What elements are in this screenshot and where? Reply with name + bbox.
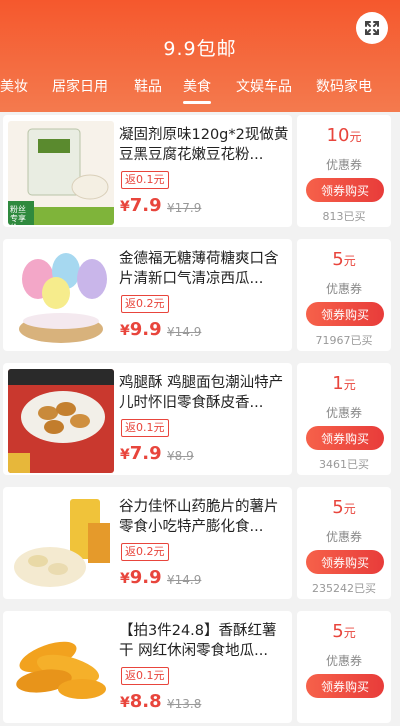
price: ¥8.8	[120, 691, 162, 712]
tab-food[interactable]: 美食	[183, 76, 211, 104]
tab-entertainment[interactable]: 文娱车品	[236, 76, 292, 96]
get-coupon-button[interactable]: 领券购买	[306, 674, 384, 698]
get-coupon-button[interactable]: 领券购买	[306, 550, 384, 574]
rebate-badge: 返0.2元	[121, 543, 169, 561]
get-coupon-button[interactable]: 领券购买	[306, 426, 384, 450]
rebate-badge: 返0.1元	[121, 419, 169, 437]
product-image[interactable]	[8, 369, 114, 473]
coupon-panel: 5元 优惠券 领券购买	[297, 611, 391, 723]
coupon-amount: 10元	[326, 125, 362, 146]
coupon-panel: 5元 优惠券 领券购买 71967已买	[297, 239, 391, 351]
list-item[interactable]: 【拍3件24.8】香酥红薯干 网红休闲零食地瓜... 返0.1元 ¥8.8 ¥1…	[0, 608, 400, 726]
page-title: 9.9包邮	[163, 38, 237, 60]
sold-count: 71967已买	[315, 334, 373, 347]
product-card[interactable]: 金德福无糖薄荷糖爽口含片清新口气清凉西瓜... 返0.2元 ¥9.9 ¥14.9	[3, 239, 292, 351]
sold-count: 235242已买	[312, 582, 376, 595]
coupon-panel: 1元 优惠券 领券购买 3461已买	[297, 363, 391, 475]
rebate-badge: 返0.1元	[121, 171, 169, 189]
price: ¥7.9	[120, 195, 162, 216]
price: ¥7.9	[120, 443, 162, 464]
header-bar: 9.9包邮 美妆 居家日用 鞋品 美食 文娱车品 数码家电	[0, 0, 400, 112]
category-tabs: 美妆 居家日用 鞋品 美食 文娱车品 数码家电	[0, 76, 400, 104]
rebate-badge: 返0.1元	[121, 667, 169, 685]
original-price: ¥14.9	[167, 325, 202, 339]
get-coupon-button[interactable]: 领券购买	[306, 178, 384, 202]
coupon-label: 优惠券	[325, 406, 362, 420]
tab-beauty[interactable]: 美妆	[0, 76, 28, 96]
get-coupon-button[interactable]: 领券购买	[306, 302, 384, 326]
rebate-badge: 返0.2元	[121, 295, 169, 313]
coupon-amount: 1元	[332, 373, 356, 394]
original-price: ¥17.9	[167, 201, 202, 215]
list-item[interactable]: 鸡腿酥 鸡腿面包潮汕特产儿时怀旧零食酥皮香... 返0.1元 ¥7.9 ¥8.9…	[0, 360, 400, 478]
product-image[interactable]	[8, 617, 114, 721]
product-title[interactable]: 凝固剂原味120g*2现做黄豆黑豆腐花嫩豆花粉...	[119, 125, 289, 165]
product-title[interactable]: 鸡腿酥 鸡腿面包潮汕特产儿时怀旧零食酥皮香...	[119, 373, 289, 413]
list-item[interactable]: 粉丝专享价 凝固剂原味120g*2现做黄豆黑豆腐花嫩豆花粉... 返0.1元 ¥…	[0, 112, 400, 230]
original-price: ¥13.8	[167, 697, 202, 711]
list-item[interactable]: 金德福无糖薄荷糖爽口含片清新口气清凉西瓜... 返0.2元 ¥9.9 ¥14.9…	[0, 236, 400, 354]
original-price: ¥14.9	[167, 573, 202, 587]
product-card[interactable]: 鸡腿酥 鸡腿面包潮汕特产儿时怀旧零食酥皮香... 返0.1元 ¥7.9 ¥8.9	[3, 363, 292, 475]
product-image[interactable]	[8, 245, 114, 349]
expand-button[interactable]	[356, 12, 388, 44]
sold-count: 813已买	[322, 210, 366, 223]
fan-price-badge: 粉丝专享价	[10, 205, 26, 225]
coupon-label: 优惠券	[325, 654, 362, 668]
product-title[interactable]: 【拍3件24.8】香酥红薯干 网红休闲零食地瓜...	[119, 621, 289, 661]
tab-shoes[interactable]: 鞋品	[134, 76, 162, 96]
tab-digital[interactable]: 数码家电	[316, 76, 372, 96]
coupon-label: 优惠券	[325, 282, 362, 296]
coupon-panel: 10元 优惠券 领券购买 813已买	[297, 115, 391, 227]
product-title[interactable]: 金德福无糖薄荷糖爽口含片清新口气清凉西瓜...	[119, 249, 289, 289]
price: ¥9.9	[120, 567, 162, 588]
product-image[interactable]: 粉丝专享价	[8, 121, 114, 225]
coupon-amount: 5元	[332, 249, 356, 270]
product-image[interactable]	[8, 493, 114, 597]
product-card[interactable]: 【拍3件24.8】香酥红薯干 网红休闲零食地瓜... 返0.1元 ¥8.8 ¥1…	[3, 611, 292, 723]
coupon-amount: 5元	[332, 621, 356, 642]
tab-home[interactable]: 居家日用	[52, 76, 108, 96]
coupon-panel: 5元 优惠券 领券购买 235242已买	[297, 487, 391, 599]
list-item[interactable]: 谷力佳怀山药脆片的薯片零食小吃特产膨化食... 返0.2元 ¥9.9 ¥14.9…	[0, 484, 400, 602]
expand-icon	[365, 21, 379, 35]
coupon-label: 优惠券	[325, 158, 362, 172]
product-title[interactable]: 谷力佳怀山药脆片的薯片零食小吃特产膨化食...	[119, 497, 289, 537]
price: ¥9.9	[120, 319, 162, 340]
coupon-amount: 5元	[332, 497, 356, 518]
product-card[interactable]: 粉丝专享价 凝固剂原味120g*2现做黄豆黑豆腐花嫩豆花粉... 返0.1元 ¥…	[3, 115, 292, 227]
coupon-label: 优惠券	[325, 530, 362, 544]
sold-count: 3461已买	[319, 458, 369, 471]
original-price: ¥8.9	[167, 449, 194, 463]
product-card[interactable]: 谷力佳怀山药脆片的薯片零食小吃特产膨化食... 返0.2元 ¥9.9 ¥14.9	[3, 487, 292, 599]
